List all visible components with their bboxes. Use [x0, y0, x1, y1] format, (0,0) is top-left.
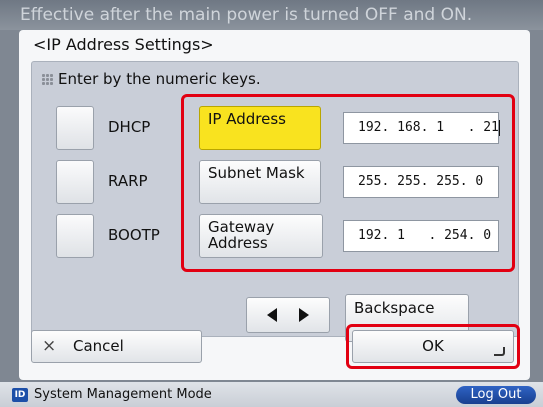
- cancel-button[interactable]: × Cancel: [31, 330, 202, 363]
- dialog-title: <IP Address Settings>: [33, 35, 214, 54]
- keypad-icon: [42, 73, 53, 85]
- fields-highlight-frame: [181, 94, 515, 272]
- rarp-checkbox[interactable]: [56, 160, 94, 204]
- status-bar: ID System Management Mode Log Out: [0, 382, 543, 407]
- ip-address-settings-dialog: <IP Address Settings> Enter by the numer…: [19, 30, 530, 380]
- mode-label: System Management Mode: [34, 387, 212, 402]
- cursor-arrow-buttons: [246, 297, 330, 333]
- settings-panel: Enter by the numeric keys. DHCP RARP BOO…: [31, 61, 519, 342]
- right-arrow-icon[interactable]: [299, 308, 309, 322]
- hint-text: Enter by the numeric keys.: [58, 70, 261, 88]
- bootp-label: BOOTP: [108, 226, 160, 244]
- background-info-header: Effective after the main power is turned…: [0, 0, 543, 30]
- close-icon: ×: [42, 336, 57, 356]
- bootp-checkbox[interactable]: [56, 214, 94, 258]
- header-text: Effective after the main power is turned…: [20, 5, 473, 25]
- left-arrow-icon[interactable]: [267, 308, 277, 322]
- rarp-label: RARP: [108, 172, 148, 190]
- cancel-label: Cancel: [73, 337, 124, 355]
- ok-highlight-frame: [346, 324, 520, 369]
- hint-row: Enter by the numeric keys.: [42, 70, 261, 88]
- dhcp-checkbox[interactable]: [56, 106, 94, 150]
- system-management-mode-icon: ID: [12, 388, 28, 402]
- dhcp-label: DHCP: [108, 118, 151, 136]
- logout-button[interactable]: Log Out: [456, 386, 536, 404]
